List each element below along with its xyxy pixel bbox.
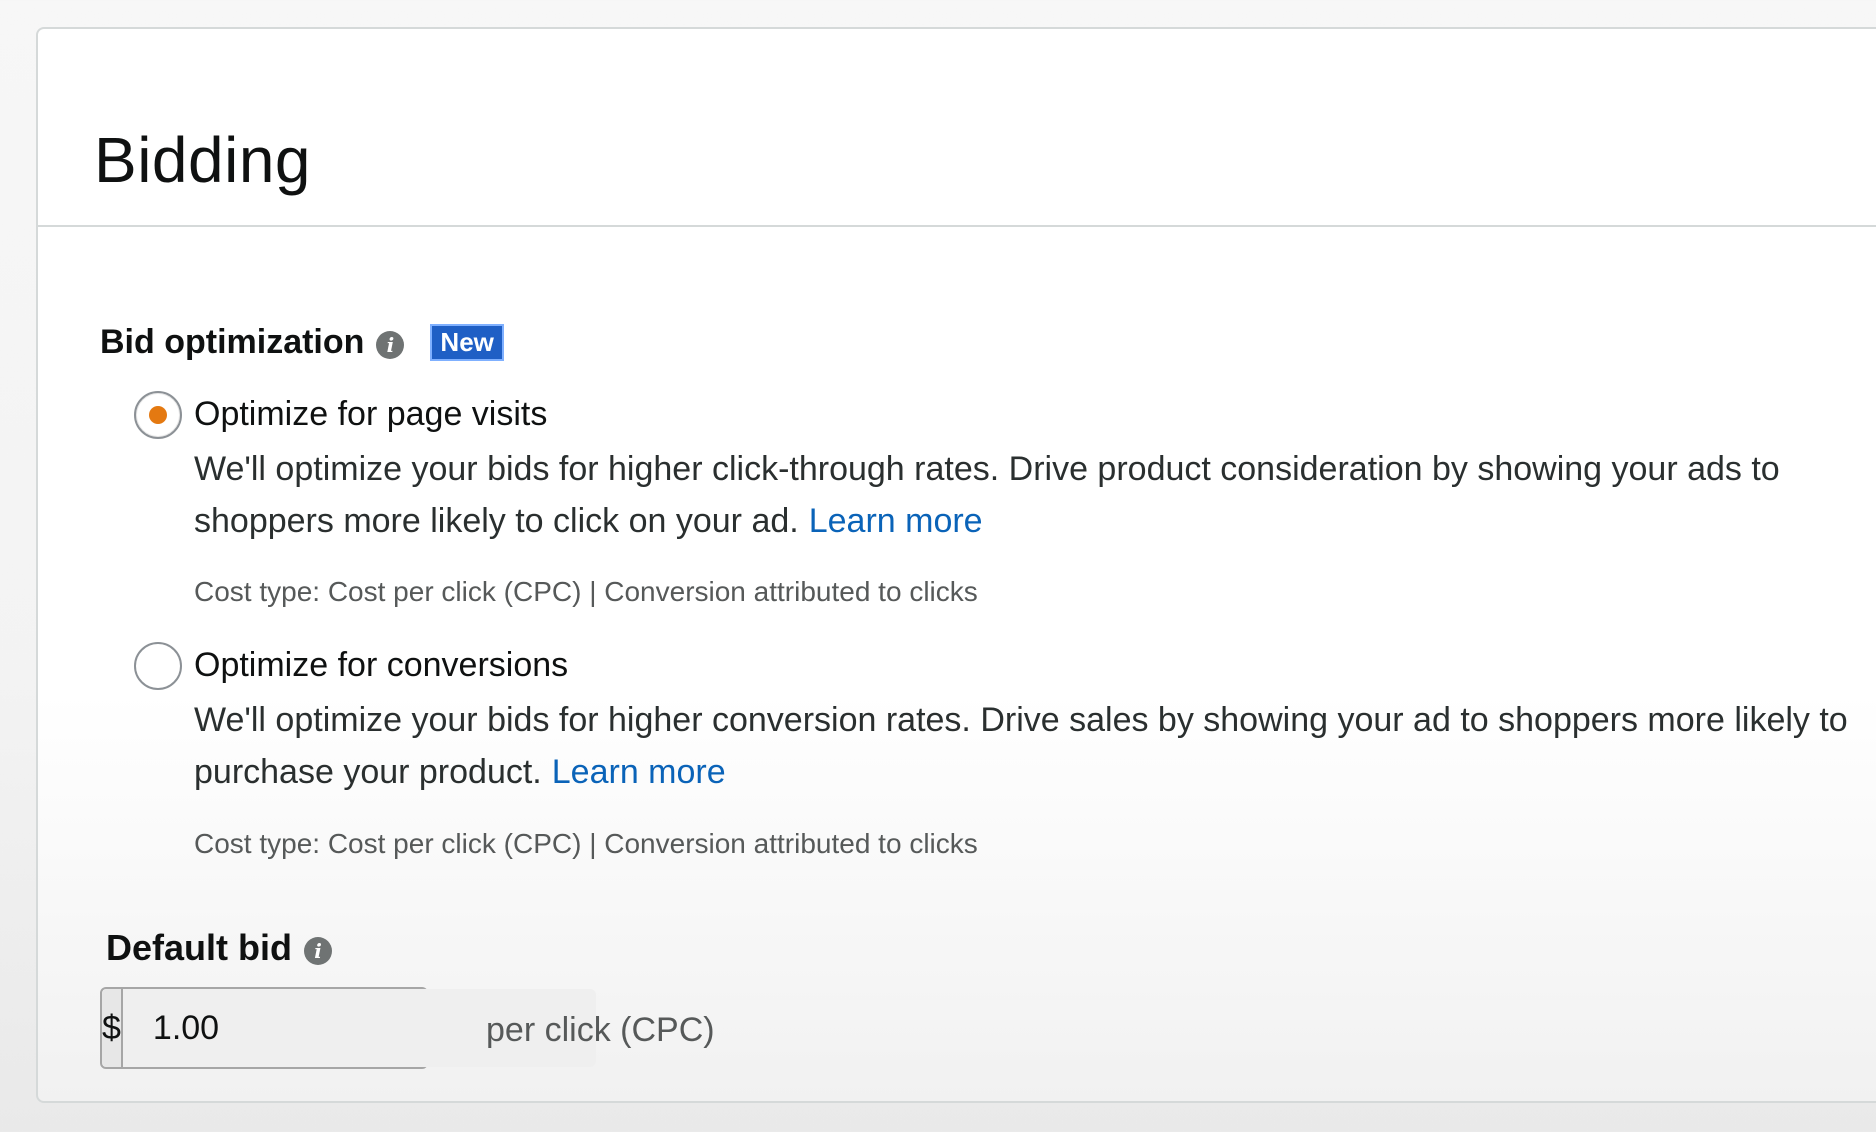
radio-selected-dot	[149, 406, 167, 424]
info-icon[interactable]: i	[376, 331, 405, 359]
bidding-panel: Bidding Bid optimization i New Optimize …	[36, 27, 1876, 1103]
option-cost-meta: Cost type: Cost per click (CPC) | Conver…	[194, 828, 978, 859]
learn-more-link[interactable]: Learn more	[809, 502, 983, 540]
option-description-text: We'll optimize your bids for higher conv…	[194, 701, 1848, 791]
bid-optimization-label: Bid optimization	[100, 322, 365, 361]
option-description: We'll optimize your bids for higher conv…	[194, 694, 1876, 798]
option-description-text: We'll optimize your bids for higher clic…	[194, 450, 1780, 540]
learn-more-link[interactable]: Learn more	[552, 753, 726, 791]
panel-header: Bidding	[38, 29, 1876, 227]
new-badge: New	[430, 323, 504, 361]
radio-conversions[interactable]	[134, 642, 182, 690]
bid-optimization-header: Bid optimization i New	[100, 317, 504, 367]
default-bid-header: Default bid i	[106, 927, 332, 969]
default-bid-input-group: $	[100, 987, 596, 1069]
currency-symbol: $	[102, 989, 123, 1067]
option-description: We'll optimize your bids for higher clic…	[194, 443, 1876, 547]
bid-unit-label: per click (CPC)	[486, 1011, 715, 1049]
option-title: Optimize for conversions	[194, 646, 569, 684]
panel-title: Bidding	[94, 124, 311, 196]
default-bid-label: Default bid	[106, 927, 292, 968]
option-title: Optimize for page visits	[194, 395, 548, 433]
info-icon[interactable]: i	[304, 937, 332, 965]
radio-page-visits[interactable]	[134, 391, 182, 439]
option-cost-meta: Cost type: Cost per click (CPC) | Conver…	[194, 576, 978, 607]
